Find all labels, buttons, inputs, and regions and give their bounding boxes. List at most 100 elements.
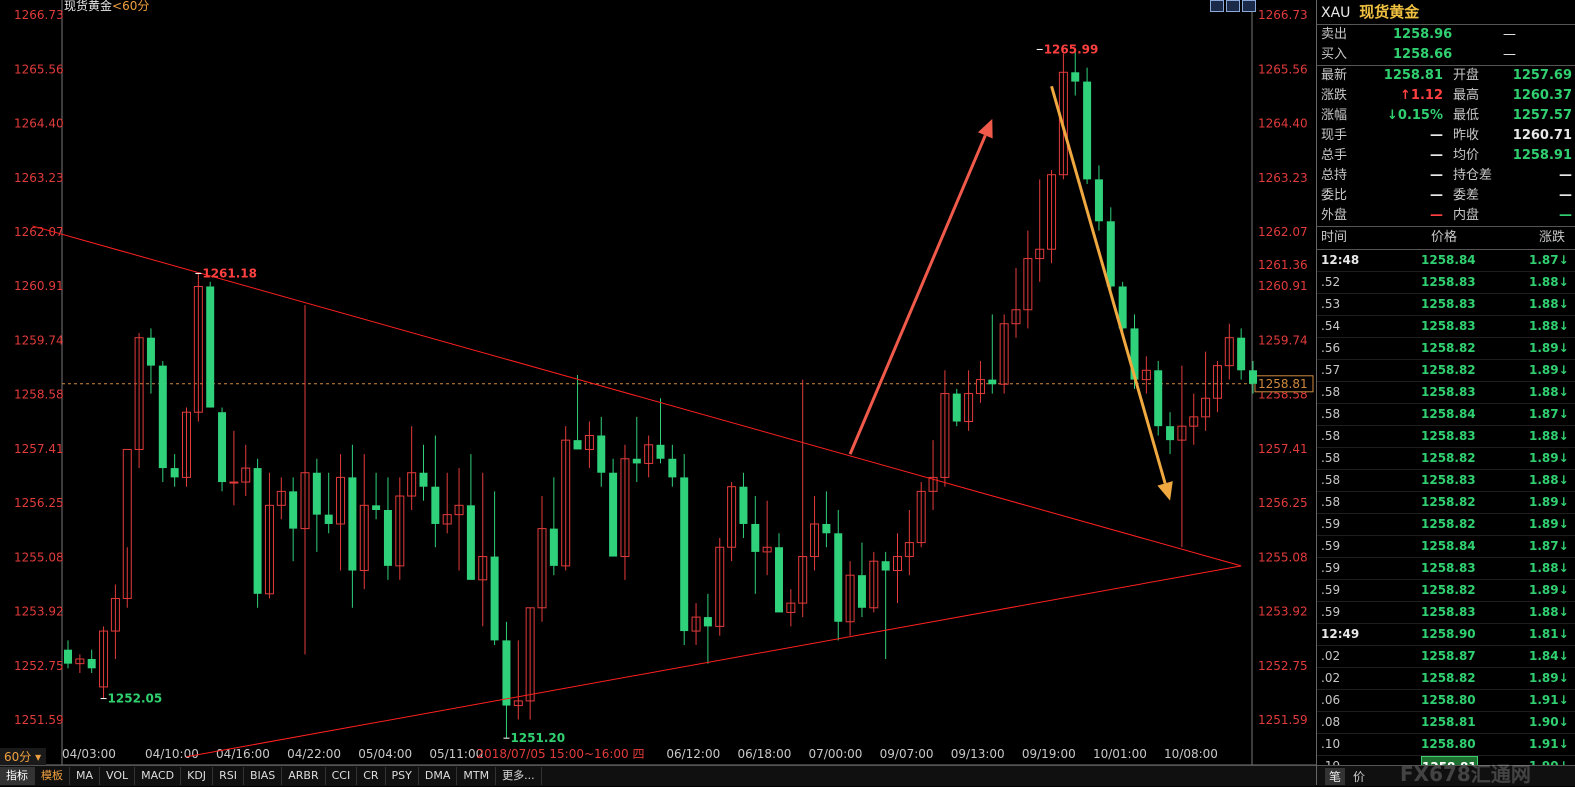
- candle-body-down: [1071, 72, 1080, 82]
- tab-ticks[interactable]: 笔: [1325, 768, 1346, 785]
- bid-ask-row: 买入 1258.66 —: [1317, 45, 1575, 65]
- candle-body-down: [324, 514, 333, 524]
- toolbar-item-10[interactable]: CR: [357, 767, 386, 785]
- tick-row[interactable]: .59 1258.84 1.87↓: [1317, 536, 1575, 558]
- toolbar-item-0[interactable]: 指标: [0, 767, 35, 785]
- toolbar-item-8[interactable]: ARBR: [282, 767, 326, 785]
- candle-body-down: [502, 640, 511, 706]
- y-tick-label-left: 1252.75: [14, 659, 64, 673]
- tick-row[interactable]: .52 1258.83 1.88↓: [1317, 272, 1575, 294]
- tick-row[interactable]: 12:48 1258.84 1.87↓: [1317, 250, 1575, 272]
- ticks-header-change: 涨跌: [1539, 230, 1566, 245]
- annotation-label: 1252.05: [108, 692, 163, 706]
- zoom-reset-button[interactable]: [1242, 0, 1256, 12]
- tick-change: 1.88↓: [1529, 605, 1569, 619]
- tick-time: 12:49: [1321, 627, 1360, 641]
- toolbar-item-6[interactable]: RSI: [213, 767, 244, 785]
- tick-change: 1.89↓: [1529, 517, 1569, 531]
- ticks-list[interactable]: 12:48 1258.84 1.87↓ .52 1258.83 1.88↓ .53 1258.…: [1317, 250, 1575, 779]
- tick-row[interactable]: .53 1258.83 1.88↓: [1317, 294, 1575, 316]
- tick-row[interactable]: .54 1258.83 1.88↓: [1317, 316, 1575, 338]
- toolbar-item-2[interactable]: MA: [70, 767, 101, 785]
- tick-row[interactable]: .58 1258.84 1.87↓: [1317, 404, 1575, 426]
- stats-row: 总手 — 均价 1258.91: [1317, 146, 1575, 166]
- tick-change: 1.89↓: [1529, 363, 1569, 377]
- candle-body-down: [857, 575, 866, 608]
- y-tick-label-left: 1257.41: [14, 442, 64, 456]
- x-tick-label: 05/04:00: [358, 747, 412, 761]
- toolbar-item-12[interactable]: DMA: [419, 767, 458, 785]
- candle-body-down: [609, 472, 618, 557]
- tick-row[interactable]: .58 1258.82 1.89↓: [1317, 448, 1575, 470]
- candle-body-down: [1249, 370, 1257, 384]
- tick-row[interactable]: .56 1258.82 1.89↓: [1317, 338, 1575, 360]
- tick-row[interactable]: .59 1258.83 1.88↓: [1317, 602, 1575, 624]
- tab-price[interactable]: 价: [1353, 768, 1365, 785]
- y-tick-label-right: 1266.73: [1258, 8, 1308, 22]
- stats-row: 现手 — 昨收 1260.71: [1317, 126, 1575, 146]
- tick-price: 1258.82: [1421, 671, 1476, 685]
- zoom-in-button[interactable]: [1210, 0, 1224, 12]
- stat-label: 昨收: [1453, 128, 1480, 143]
- stat-label: 持仓差: [1453, 168, 1493, 183]
- tick-row[interactable]: .59 1258.82 1.89↓: [1317, 514, 1575, 536]
- toolbar-item-5[interactable]: KDJ: [181, 767, 214, 785]
- tick-row[interactable]: .08 1258.81 1.90↓: [1317, 712, 1575, 734]
- tick-time: .57: [1321, 363, 1341, 377]
- toolbar-item-11[interactable]: PSY: [386, 767, 419, 785]
- tick-row[interactable]: .10 1258.80 1.91↓: [1317, 734, 1575, 756]
- y-tick-label-left: 1255.08: [14, 550, 64, 564]
- stat-label: 涨跌: [1321, 88, 1348, 103]
- candle-body-down: [573, 440, 582, 450]
- y-tick-label-right: 1252.75: [1258, 659, 1308, 673]
- candle-body-down: [490, 556, 499, 641]
- candle-body-down: [703, 617, 712, 627]
- y-tick-label-right: 1263.23: [1258, 171, 1308, 185]
- zoom-out-button[interactable]: [1226, 0, 1240, 12]
- tick-row[interactable]: 12:49 1258.90 1.81↓: [1317, 624, 1575, 646]
- tick-time: .53: [1321, 297, 1341, 311]
- candle-body-down: [170, 468, 179, 478]
- candlestick-chart[interactable]: 1266.73 1266.73 1265.56 1265.56 1264.40 1264.…: [0, 0, 1316, 765]
- stat-value: 1258.91: [1512, 148, 1572, 163]
- tick-change: 1.88↓: [1529, 297, 1569, 311]
- tick-row[interactable]: .58 1258.82 1.89↓: [1317, 492, 1575, 514]
- tick-time: .56: [1321, 341, 1341, 355]
- tick-change: 1.84↓: [1529, 649, 1569, 663]
- tick-change: 1.88↓: [1529, 561, 1569, 575]
- stat-label: 总手: [1321, 148, 1348, 163]
- tick-row[interactable]: .02 1258.87 1.84↓: [1317, 646, 1575, 668]
- y-tick-label-right: 1259.74: [1258, 333, 1308, 347]
- toolbar-item-3[interactable]: VOL: [100, 767, 136, 785]
- candle-body-down: [431, 486, 440, 524]
- grid-layer: [0, 0, 1316, 765]
- toolbar-item-14[interactable]: 更多...: [496, 767, 542, 785]
- tick-row[interactable]: .58 1258.83 1.88↓: [1317, 382, 1575, 404]
- y-tick-label-right: 1256.25: [1258, 496, 1308, 510]
- tick-row[interactable]: .58 1258.83 1.88↓: [1317, 426, 1575, 448]
- tick-change: 1.89↓: [1529, 451, 1569, 465]
- chart-title: 现货黄金<60分: [64, 0, 149, 13]
- tick-time: .58: [1321, 495, 1341, 509]
- tick-price: 1258.82: [1421, 495, 1476, 509]
- tick-row[interactable]: .57 1258.82 1.89↓: [1317, 360, 1575, 382]
- stat-value: —: [1430, 208, 1443, 223]
- tick-change: 1.90↓: [1529, 715, 1569, 729]
- tick-row[interactable]: .58 1258.83 1.88↓: [1317, 470, 1575, 492]
- tick-row[interactable]: .59 1258.83 1.88↓: [1317, 558, 1575, 580]
- y-tick-label-right: 1255.08: [1258, 550, 1308, 564]
- toolbar-item-1[interactable]: 模板: [35, 767, 70, 785]
- toolbar-item-4[interactable]: MACD: [135, 767, 182, 785]
- toolbar-item-7[interactable]: BIAS: [244, 767, 283, 785]
- tick-time: .08: [1321, 715, 1341, 729]
- watermark-logo: FX678汇通网: [1400, 762, 1531, 786]
- stat-label: 现手: [1321, 128, 1348, 143]
- x-tick-label: 2018/07/05 15:00~16:00 四: [476, 747, 644, 761]
- tick-row[interactable]: .02 1258.82 1.89↓: [1317, 668, 1575, 690]
- candle-body-down: [952, 393, 961, 422]
- tick-row[interactable]: .06 1258.80 1.91↓: [1317, 690, 1575, 712]
- tick-row[interactable]: .59 1258.82 1.89↓: [1317, 580, 1575, 602]
- stat-value: —: [1559, 188, 1572, 203]
- toolbar-item-13[interactable]: MTM: [457, 767, 497, 785]
- toolbar-item-9[interactable]: CCI: [326, 767, 358, 785]
